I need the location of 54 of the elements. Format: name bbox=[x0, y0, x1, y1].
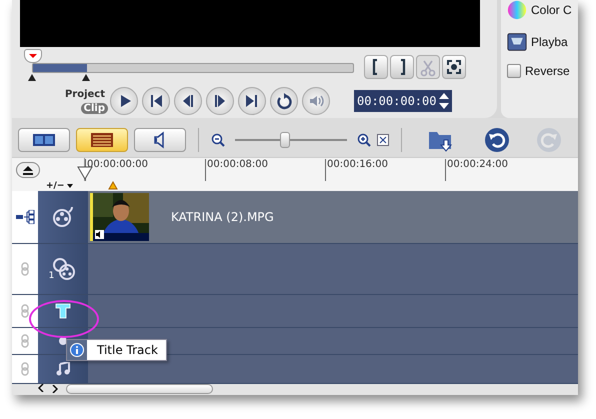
track-lane[interactable]: KATRINA (2).MPG bbox=[88, 190, 578, 243]
zoom-out-icon[interactable] bbox=[211, 133, 225, 147]
snapshot-icon bbox=[444, 57, 464, 77]
playhead-marker-icon[interactable] bbox=[24, 49, 42, 63]
scrollbar-thumb[interactable] bbox=[66, 384, 213, 394]
tooltip-text: Title Track bbox=[96, 343, 159, 357]
spin-arrows-icon[interactable] bbox=[439, 92, 449, 110]
trim-start-handle[interactable] bbox=[28, 74, 36, 81]
checkbox[interactable] bbox=[507, 64, 521, 78]
clip-name[interactable]: KATRINA (2).MPG bbox=[171, 210, 274, 224]
snapshot-button[interactable] bbox=[442, 55, 466, 79]
fit-icon[interactable] bbox=[377, 134, 389, 146]
repeat-button[interactable] bbox=[270, 87, 298, 115]
slider-thumb[interactable] bbox=[280, 132, 290, 148]
eject-icon bbox=[22, 165, 34, 175]
film-reels-icon[interactable] bbox=[51, 256, 78, 281]
mark-in-button[interactable] bbox=[364, 55, 388, 79]
track-manager-icon[interactable] bbox=[15, 210, 35, 224]
add-remove-tracks[interactable]: +/− bbox=[46, 180, 84, 191]
skip-start-button[interactable] bbox=[142, 87, 170, 115]
track-header[interactable]: 1 bbox=[38, 244, 88, 294]
skip-end-button[interactable] bbox=[238, 87, 266, 115]
timeline-icon bbox=[91, 133, 113, 147]
step-forward-button[interactable] bbox=[206, 87, 234, 115]
timecode-field[interactable]: 00:00:00:00 bbox=[354, 90, 452, 112]
speaker-icon bbox=[154, 131, 164, 149]
undo-icon[interactable] bbox=[484, 127, 510, 153]
film-reel-icon[interactable] bbox=[52, 206, 74, 228]
checkbox-label[interactable]: Reverse bbox=[525, 64, 570, 78]
info-icon bbox=[70, 343, 84, 357]
mark-in-icon bbox=[372, 59, 380, 75]
play-button[interactable] bbox=[110, 87, 138, 115]
view-button[interactable] bbox=[76, 128, 128, 152]
mode-option[interactable]: Project bbox=[62, 88, 108, 100]
view-button[interactable] bbox=[18, 128, 70, 152]
option-label[interactable]: Playba bbox=[531, 35, 568, 49]
color-wheel-icon[interactable] bbox=[507, 0, 527, 20]
playback-icon[interactable] bbox=[507, 32, 527, 52]
mode-option[interactable]: Clip bbox=[80, 102, 108, 114]
music-note-icon[interactable] bbox=[56, 362, 70, 376]
track-number: 1 bbox=[48, 270, 54, 281]
storyboard-icon bbox=[33, 134, 55, 146]
zoom-slider[interactable] bbox=[235, 132, 347, 148]
zoom-in-icon[interactable] bbox=[357, 133, 371, 147]
option-label[interactable]: Color C bbox=[531, 3, 572, 17]
timecode: 00:00:00:00 bbox=[357, 94, 436, 108]
step-back-button[interactable] bbox=[174, 87, 202, 115]
title-t-icon[interactable] bbox=[55, 302, 71, 319]
mark-out-button[interactable] bbox=[390, 55, 414, 79]
eject-button[interactable] bbox=[16, 162, 40, 178]
mark-out-icon bbox=[398, 59, 406, 75]
view-button[interactable] bbox=[134, 128, 186, 152]
scrub-bar[interactable] bbox=[32, 63, 354, 73]
trim-end-handle[interactable] bbox=[82, 74, 90, 81]
